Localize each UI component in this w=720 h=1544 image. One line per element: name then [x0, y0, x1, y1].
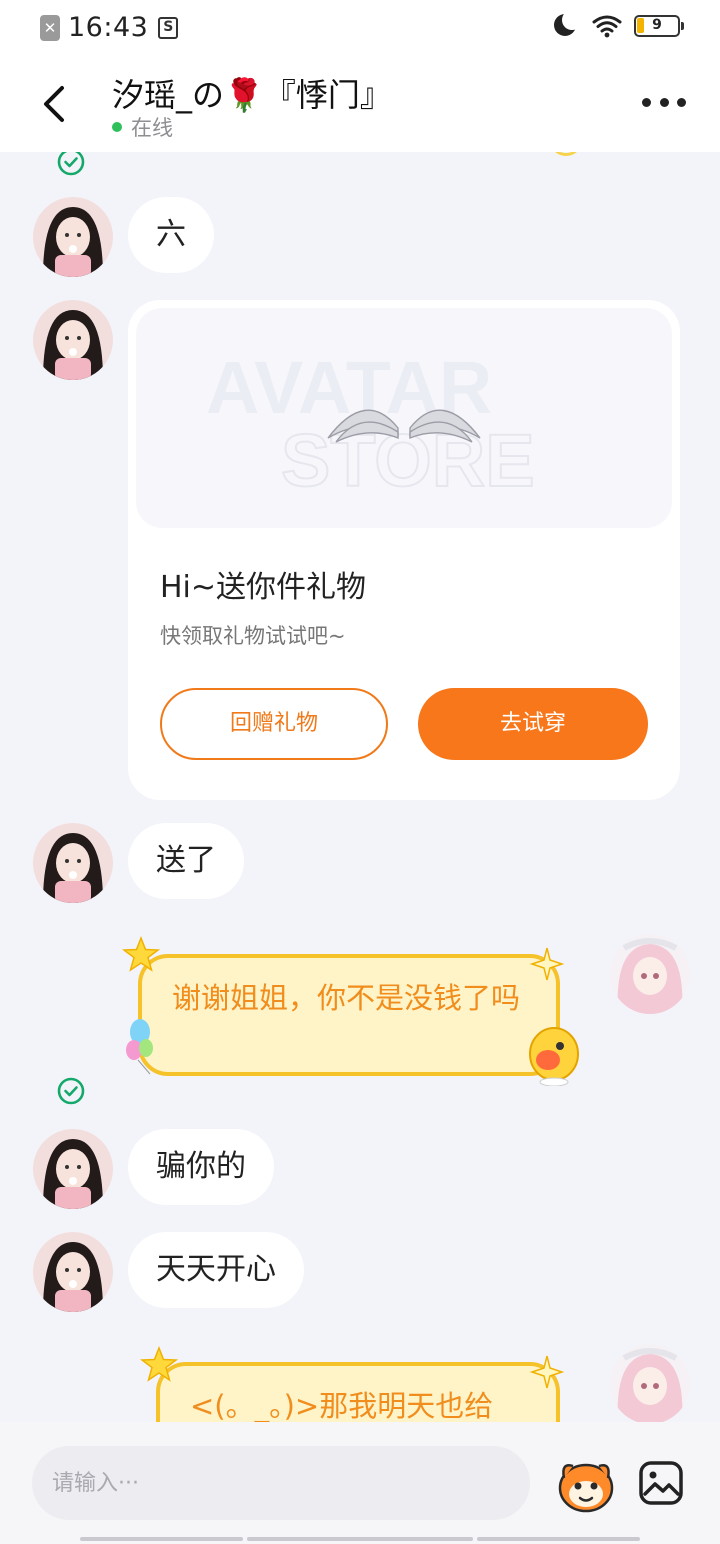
chat-header: 汐瑶_の🌹『悸门』 在线 [0, 58, 720, 152]
star-sticker-icon [122, 936, 160, 972]
chick-sticker-icon [529, 1027, 579, 1086]
app-notification-icon: S [158, 16, 179, 39]
friend-avatar-image [33, 1129, 113, 1209]
message-bubble[interactable]: 送了 [128, 823, 244, 899]
try-on-button[interactable]: 去试穿 [418, 688, 648, 760]
message-input-bar [0, 1422, 720, 1544]
friend-avatar-image [33, 1232, 113, 1312]
friend-avatar-image [33, 300, 113, 380]
more-options-button[interactable] [642, 92, 686, 112]
status-bar: ✕ 16:43 S 9 [0, 0, 720, 58]
sparkle-icon [529, 947, 565, 981]
more-dot-icon [659, 97, 669, 107]
more-dot-icon [642, 97, 651, 107]
nav-gesture-bar [247, 1537, 473, 1541]
message-bubble-decorated[interactable]: <(。_。)>那我明天也给 [156, 1362, 560, 1422]
balloons-icon [126, 1019, 153, 1075]
gift-subtitle: 快领取礼物试试吧~ [160, 624, 346, 648]
emoji-mascot-icon[interactable] [555, 1454, 617, 1514]
my-avatar[interactable] [610, 1344, 690, 1422]
banner-text-store: STORE [281, 419, 535, 502]
gift-card[interactable]: AVATAR STORE Hi~送你件礼物 快领取礼物试试吧~ 回赠礼物 去试穿 [128, 300, 680, 800]
friend-avatar[interactable] [33, 1232, 113, 1312]
message-bubble[interactable]: 六 [128, 197, 214, 273]
my-avatar-image [610, 934, 690, 1014]
sparkle-icon [529, 1355, 565, 1389]
sticker-edge-icon [552, 152, 580, 156]
gift-title: Hi~送你件礼物 [160, 570, 367, 605]
message-input[interactable] [32, 1446, 530, 1520]
image-picker-icon[interactable] [638, 1460, 684, 1506]
battery-icon: 9 [634, 15, 684, 37]
friend-avatar-image [33, 823, 113, 903]
gift-banner: AVATAR STORE [136, 308, 672, 528]
friend-avatar[interactable] [33, 1129, 113, 1209]
online-status-text: 在线 [131, 116, 173, 140]
read-check-icon [57, 152, 85, 176]
message-bubble[interactable]: 天天开心 [128, 1232, 304, 1308]
wifi-icon [592, 15, 622, 38]
message-bubble-decorated[interactable]: 谢谢姐姐，你不是没钱了吗 [138, 954, 560, 1076]
more-dot-icon [677, 97, 686, 107]
chat-message-list[interactable]: 六 AVATAR STORE Hi~送你件礼物 快领取礼物试试吧~ 回赠礼物 去… [0, 152, 720, 1422]
friend-avatar[interactable] [33, 823, 113, 903]
avatar-store-banner-image: AVATAR STORE [206, 346, 536, 503]
nav-gesture-bar [80, 1537, 243, 1541]
do-not-disturb-icon [554, 10, 582, 38]
read-check-icon [57, 1077, 85, 1105]
status-time: 16:43 [68, 12, 149, 43]
friend-avatar-image [33, 197, 113, 277]
message-bubble[interactable]: 骗你的 [128, 1129, 274, 1205]
my-avatar-image [610, 1344, 690, 1422]
online-status: 在线 [112, 112, 173, 142]
my-avatar[interactable] [610, 934, 690, 1014]
notification-close-icon: ✕ [40, 14, 60, 41]
friend-avatar[interactable] [33, 300, 113, 380]
nav-gesture-bar [477, 1537, 640, 1541]
online-dot-icon [112, 122, 122, 132]
back-arrow-icon[interactable] [36, 82, 76, 126]
friend-avatar[interactable] [33, 197, 113, 277]
chat-title: 汐瑶_の🌹『悸门』 [112, 76, 392, 114]
star-sticker-icon [140, 1346, 178, 1382]
return-gift-button[interactable]: 回赠礼物 [160, 688, 388, 760]
